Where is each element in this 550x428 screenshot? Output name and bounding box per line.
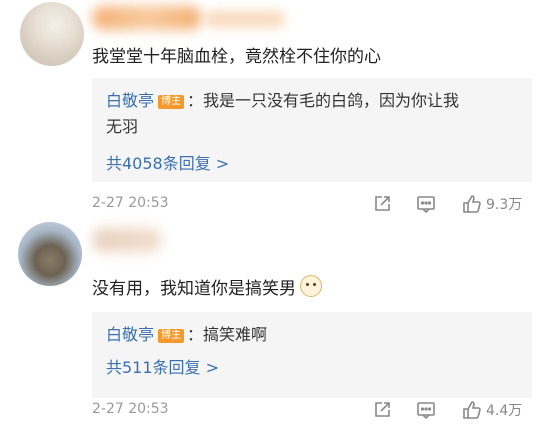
like-icon [463, 401, 481, 419]
like-count: 4.4万 [486, 403, 523, 419]
reply-line: 白敬亭 博主 ：我是一只没有毛的白鸽，因为你让我 [106, 88, 518, 114]
like-icon [463, 195, 481, 213]
reply-line: 白敬亭 博主 ：搞笑难啊 [106, 322, 518, 348]
comment-meta: 2-27 20:53 9.3万 [92, 192, 532, 216]
reply-text: ：搞笑难啊 [187, 325, 268, 344]
share-button[interactable] [372, 398, 392, 422]
more-replies-link[interactable]: 共511条回复 > [106, 354, 518, 378]
timestamp: 2-27 20:53 [92, 401, 169, 417]
cat-emoji-icon [300, 275, 322, 297]
like-count: 9.3万 [486, 197, 523, 213]
share-icon [375, 196, 390, 211]
share-icon [375, 402, 390, 417]
comment-meta: 2-27 20:53 4.4万 [92, 398, 532, 422]
avatar[interactable] [20, 2, 84, 66]
reply-author[interactable]: 白敬亭 [106, 325, 154, 344]
username-blurred[interactable] [92, 6, 202, 30]
comment-text: 我堂堂十年脑血栓，竟然栓不住你的心 [92, 47, 381, 67]
comment-item: 我堂堂十年脑血栓，竟然栓不住你的心 白敬亭 博主 ：我是一只没有毛的白鸽，因为你让我… [0, 0, 550, 222]
avatar[interactable] [18, 222, 82, 286]
comment-icon [417, 402, 435, 420]
like-button[interactable]: 9.3万 [462, 192, 522, 216]
reply-text: ：我是一只没有毛的白鸽，因为你让我 [187, 91, 460, 110]
more-replies-link[interactable]: 共4058条回复 > [106, 150, 518, 174]
username-blurred-extra [205, 10, 285, 28]
username-blurred[interactable] [92, 228, 162, 252]
comment-icon [417, 196, 435, 214]
timestamp: 2-27 20:53 [92, 195, 169, 211]
reply-author[interactable]: 白敬亭 [106, 91, 154, 110]
comment-item: 没有用，我知道你是搞笑男 白敬亭 博主 ：搞笑难啊 共511条回复 > 2-27 2… [0, 222, 550, 428]
like-button[interactable]: 4.4万 [462, 398, 522, 422]
reply-text-continued: 无羽 [106, 117, 139, 136]
author-badge: 博主 [158, 95, 185, 109]
comment-button[interactable] [416, 192, 436, 216]
share-button[interactable] [372, 192, 392, 216]
author-badge: 博主 [158, 329, 185, 343]
reply-box[interactable]: 白敬亭 博主 ：搞笑难啊 共511条回复 > [92, 312, 532, 398]
reply-box[interactable]: 白敬亭 博主 ：我是一只没有毛的白鸽，因为你让我 无羽 共4058条回复 > [92, 78, 532, 182]
comment-text: 没有用，我知道你是搞笑男 [92, 274, 322, 299]
comment-button[interactable] [416, 398, 436, 422]
comment-text-content: 没有用，我知道你是搞笑男 [92, 279, 296, 299]
